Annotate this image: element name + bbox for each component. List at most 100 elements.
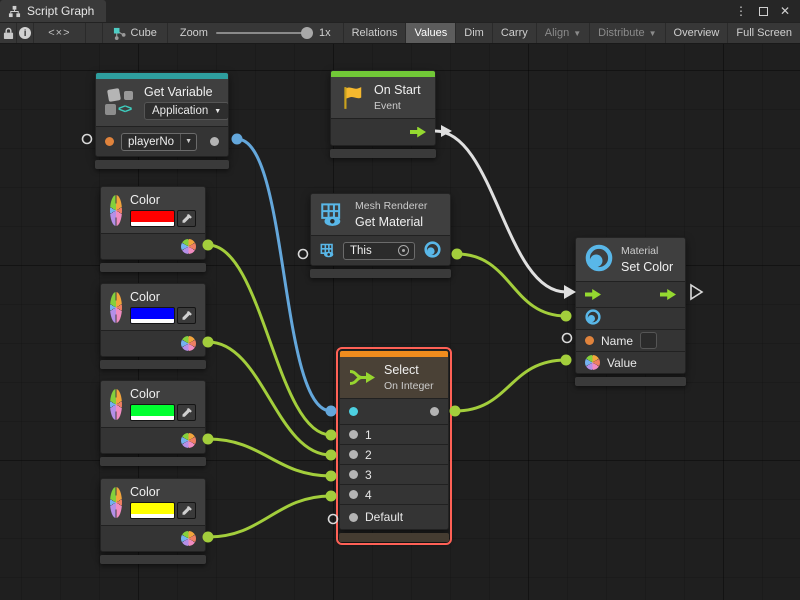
zoom-slider[interactable]	[216, 32, 311, 34]
wire-getmaterial-to-setcolor[interactable]	[457, 254, 566, 316]
port-value-input[interactable]	[585, 355, 600, 370]
eyedropper-button[interactable]	[177, 502, 196, 519]
branch-label: 1	[365, 428, 372, 442]
script-graph-window: Script Graph ⋮ ✕ i <×>	[0, 0, 800, 600]
maximize-button[interactable]	[754, 2, 772, 20]
zoom-label: Zoom	[180, 27, 208, 39]
node-title: Select	[384, 363, 419, 377]
toggle-carry[interactable]: Carry	[493, 23, 537, 43]
unconnected-port-indicator	[563, 334, 572, 343]
eyedropper-icon	[181, 505, 193, 517]
zoom-slider-handle[interactable]	[301, 27, 313, 39]
node-select[interactable]: Select On Integer 1 2	[339, 350, 449, 542]
node-color-green[interactable]: Color	[100, 380, 206, 466]
node-title: Get Variable	[144, 85, 213, 99]
lock-button[interactable]	[0, 23, 17, 43]
port-flow-input[interactable]	[585, 289, 601, 300]
default-label: Default	[365, 510, 403, 524]
port-color-output[interactable]	[181, 531, 196, 546]
graph-target-label: Cube	[131, 27, 157, 39]
variable-icon: <>	[105, 88, 136, 117]
wire-select-to-value[interactable]	[455, 360, 566, 411]
variable-scope-dropdown[interactable]: Application▼	[144, 102, 229, 120]
port-color-output[interactable]	[181, 433, 196, 448]
object-picker-icon[interactable]	[398, 245, 409, 256]
wire-onstart-to-setcolor[interactable]	[435, 131, 566, 292]
overview-button[interactable]: Overview	[666, 23, 729, 43]
mesh-renderer-small-icon	[320, 243, 336, 258]
port-default-input[interactable]	[349, 513, 358, 522]
port-color-output[interactable]	[181, 336, 196, 351]
color-wheel-icon	[110, 292, 122, 323]
align-dropdown[interactable]: Align▼	[537, 23, 590, 43]
graph-node-icon	[113, 27, 126, 40]
lock-icon	[3, 27, 14, 40]
graph-toolbar: i <×> Cube Zoom 1x Relations Values Dim	[0, 22, 800, 44]
wire-color3-to-select[interactable]	[208, 439, 331, 476]
eyedropper-button[interactable]	[177, 307, 196, 324]
unconnected-port-indicator	[83, 135, 92, 144]
eyedropper-button[interactable]	[177, 404, 196, 421]
unconnected-port-indicator	[299, 250, 308, 259]
flag-icon	[340, 85, 366, 111]
graph-target-breadcrumb[interactable]: Cube	[102, 23, 168, 43]
inspect-button[interactable]: i	[17, 23, 34, 43]
toggle-values[interactable]: Values	[406, 23, 456, 43]
window-menu-button[interactable]: ⋮	[732, 2, 750, 20]
eyedropper-icon	[181, 407, 193, 419]
wire-color4-to-select[interactable]	[208, 496, 331, 537]
port-variable-name-input[interactable]	[105, 137, 114, 146]
branch-label: 2	[365, 448, 372, 462]
target-self-field[interactable]: This	[343, 242, 415, 260]
node-footer	[95, 160, 229, 169]
color-swatch[interactable]	[130, 210, 175, 227]
toggle-relations[interactable]: Relations	[344, 23, 407, 43]
color-swatch[interactable]	[130, 502, 175, 519]
port-branch-2[interactable]	[349, 450, 358, 459]
port-selection-output[interactable]	[430, 407, 439, 416]
port-value-output[interactable]	[210, 137, 219, 146]
node-get-variable[interactable]: <> Get Variable Application▼ playerNo ▼	[95, 72, 229, 169]
node-subtitle: On Integer	[384, 380, 434, 392]
select-icon	[349, 367, 376, 388]
node-color-blue[interactable]: Color	[100, 283, 206, 369]
node-color-yellow[interactable]: Color	[100, 478, 206, 564]
node-subtitle: Mesh Renderer	[355, 200, 427, 212]
eyedropper-icon	[181, 310, 193, 322]
eyedropper-button[interactable]	[177, 210, 196, 227]
tab-script-graph[interactable]: Script Graph	[0, 0, 106, 22]
node-get-material[interactable]: Mesh Renderer Get Material This	[310, 193, 451, 278]
node-title: Set Color	[621, 260, 673, 274]
close-button[interactable]: ✕	[776, 2, 794, 20]
node-footer	[310, 269, 451, 278]
tab-title: Script Graph	[27, 4, 94, 18]
port-selector-input[interactable]	[349, 407, 358, 416]
toggle-dim[interactable]: Dim	[456, 23, 493, 43]
variable-name-field[interactable]: playerNo ▼	[121, 133, 197, 151]
eyedropper-icon	[181, 213, 193, 225]
node-on-start[interactable]: On Start Event	[330, 70, 436, 158]
port-branch-1[interactable]	[349, 430, 358, 439]
port-name-input[interactable]	[585, 336, 594, 345]
port-material-input[interactable]	[585, 309, 601, 328]
port-branch-4[interactable]	[349, 490, 358, 499]
chevron-down-icon: ▼	[573, 29, 581, 38]
graph-canvas[interactable]: <> Get Variable Application▼ playerNo ▼	[0, 44, 800, 600]
port-branch-3[interactable]	[349, 470, 358, 479]
node-color-red[interactable]: Color	[100, 186, 206, 272]
node-title: Get Material	[355, 215, 423, 229]
edit-script-button[interactable]: <×>	[34, 23, 85, 43]
node-footer	[339, 533, 449, 542]
port-flow-output[interactable]	[410, 127, 426, 138]
maximize-icon	[759, 7, 768, 16]
color-swatch[interactable]	[130, 404, 175, 421]
fullscreen-button[interactable]: Full Screen	[728, 23, 800, 43]
port-flow-output[interactable]	[660, 289, 676, 300]
node-set-color[interactable]: Material Set Color	[575, 237, 686, 386]
name-value-field[interactable]	[640, 332, 657, 349]
value-label: Value	[607, 356, 637, 370]
port-color-output[interactable]	[181, 239, 196, 254]
port-material-output[interactable]	[424, 241, 441, 261]
color-swatch[interactable]	[130, 307, 175, 324]
distribute-dropdown[interactable]: Distribute▼	[590, 23, 665, 43]
